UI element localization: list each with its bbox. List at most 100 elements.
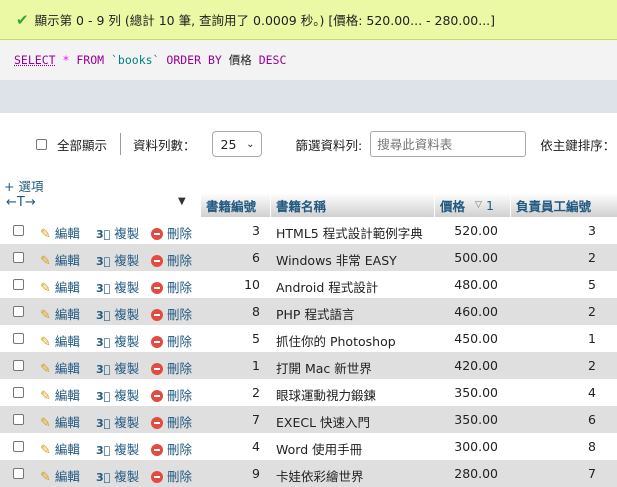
- show-all-checkbox[interactable]: [36, 138, 47, 150]
- edit-button[interactable]: ✎ 編輯: [40, 412, 80, 431]
- copy-button[interactable]: 3⃞ 複製: [96, 277, 139, 296]
- filter-rows-input[interactable]: [370, 131, 527, 157]
- delete-label: 刪除: [166, 280, 192, 295]
- edit-label: 編輯: [54, 415, 80, 430]
- copy-label: 複製: [114, 253, 140, 268]
- pencil-icon: ✎: [40, 227, 51, 242]
- delete-button[interactable]: 刪除: [151, 358, 192, 377]
- edit-button[interactable]: ✎ 編輯: [40, 466, 80, 485]
- table-row: ✎ 編輯 3⃞ 複製 刪除 2 眼球運動視力鍛鍊 350.00 4: [0, 379, 617, 406]
- cell-employee-id: 1: [588, 331, 596, 346]
- table-navigation-controls: 全部顯示 資料列數： 25 ⌄ 篩選資料列: 依主鍵排序：: [0, 126, 617, 162]
- delete-button[interactable]: 刪除: [151, 412, 192, 431]
- row-select-checkbox[interactable]: [13, 333, 24, 344]
- edit-button[interactable]: ✎ 編輯: [40, 277, 80, 296]
- controls-divider: [120, 133, 122, 155]
- rows-count-label: 資料列數：: [133, 137, 196, 153]
- cell-price: 300.00: [454, 439, 498, 454]
- dropdown-triangle-icon[interactable]: ▼: [178, 196, 186, 207]
- copy-button[interactable]: 3⃞ 複製: [96, 304, 139, 323]
- edit-button[interactable]: ✎ 編輯: [40, 439, 80, 458]
- row-select-checkbox[interactable]: [13, 441, 24, 452]
- edit-button[interactable]: ✎ 編輯: [40, 331, 80, 350]
- copy-button[interactable]: 3⃞ 複製: [96, 331, 139, 350]
- sort-desc-icon: ▽: [475, 200, 482, 210]
- cell-book-name: Windows 非常 EASY: [276, 253, 397, 268]
- copy-button[interactable]: 3⃞ 複製: [96, 223, 139, 242]
- delete-button[interactable]: 刪除: [151, 250, 192, 269]
- success-message-bar: ✔ 顯示第 0 - 9 列 (總計 10 筆, 查詢用了 0.0009 秒。) …: [0, 0, 617, 40]
- row-select-checkbox[interactable]: [13, 252, 24, 263]
- copy-button[interactable]: 3⃞ 複製: [96, 358, 139, 377]
- delete-button[interactable]: 刪除: [151, 304, 192, 323]
- table-row: ✎ 編輯 3⃞ 複製 刪除 4 Word 使用手冊 300.00 8: [0, 433, 617, 460]
- copy-button[interactable]: 3⃞ 複製: [96, 385, 139, 404]
- table-row: ✎ 編輯 3⃞ 複製 刪除 10 Android 程式設計 480.00 5: [0, 271, 617, 298]
- copy-button[interactable]: 3⃞ 複製: [96, 250, 139, 269]
- edit-label: 編輯: [54, 334, 80, 349]
- delete-label: 刪除: [166, 253, 192, 268]
- rows-count-value: 25: [220, 136, 237, 152]
- sql-desc-keyword: DESC: [258, 53, 287, 67]
- edit-button[interactable]: ✎ 編輯: [40, 304, 80, 323]
- delete-label: 刪除: [166, 442, 192, 457]
- edit-label: 編輯: [54, 307, 80, 322]
- edit-button[interactable]: ✎ 編輯: [40, 250, 80, 269]
- cell-employee-id: 6: [588, 412, 596, 427]
- delete-button[interactable]: 刪除: [151, 385, 192, 404]
- edit-button[interactable]: ✎ 編輯: [40, 385, 80, 404]
- copy-label: 複製: [114, 388, 140, 403]
- edit-label: 編輯: [54, 442, 80, 457]
- row-select-checkbox[interactable]: [13, 225, 24, 236]
- pencil-icon: ✎: [40, 362, 51, 377]
- column-header-id[interactable]: 書籍編號: [200, 193, 270, 217]
- edit-button[interactable]: ✎ 編輯: [40, 223, 80, 242]
- cell-book-name: PHP 程式語言: [276, 307, 355, 322]
- row-select-checkbox[interactable]: [13, 360, 24, 371]
- row-select-checkbox[interactable]: [13, 414, 24, 425]
- copy-icon: 3⃞: [96, 471, 111, 484]
- edit-label: 編輯: [54, 280, 80, 295]
- copy-icon: 3⃞: [96, 255, 111, 268]
- edit-button[interactable]: ✎ 編輯: [40, 358, 80, 377]
- cell-book-id: 3: [252, 223, 260, 238]
- row-select-checkbox[interactable]: [13, 306, 24, 317]
- cell-book-name: Word 使用手冊: [276, 442, 363, 457]
- column-header-employee[interactable]: 負責員工編號: [510, 193, 617, 217]
- column-arrows-icon[interactable]: ←T→: [6, 195, 36, 210]
- rows-count-select[interactable]: 25 ⌄: [211, 131, 262, 157]
- cell-price: 520.00: [454, 223, 498, 238]
- delete-button[interactable]: 刪除: [151, 466, 192, 485]
- delete-icon: [151, 336, 163, 348]
- copy-label: 複製: [114, 334, 140, 349]
- cell-book-name: EXECL 快速入門: [276, 415, 371, 430]
- delete-label: 刪除: [166, 307, 192, 322]
- row-select-checkbox[interactable]: [13, 468, 24, 479]
- column-header-price[interactable]: 價格 ▽ 1: [434, 193, 510, 217]
- success-message-text: 顯示第 0 - 9 列 (總計 10 筆, 查詢用了 0.0009 秒。) [價…: [34, 13, 496, 28]
- delete-icon: [151, 309, 163, 321]
- delete-button[interactable]: 刪除: [151, 331, 192, 350]
- copy-button[interactable]: 3⃞ 複製: [96, 466, 139, 485]
- copy-icon: 3⃞: [96, 444, 111, 457]
- copy-label: 複製: [114, 280, 140, 295]
- cell-price: 350.00: [454, 412, 498, 427]
- copy-button[interactable]: 3⃞ 複製: [96, 412, 139, 431]
- sql-select-keyword[interactable]: SELECT: [14, 53, 56, 67]
- copy-icon: 3⃞: [96, 363, 111, 376]
- column-header-name[interactable]: 書籍名稱: [270, 193, 434, 217]
- pencil-icon: ✎: [40, 335, 51, 350]
- cell-price: 500.00: [454, 250, 498, 265]
- cell-price: 450.00: [454, 331, 498, 346]
- cell-book-id: 2: [252, 385, 260, 400]
- pencil-icon: ✎: [40, 308, 51, 323]
- copy-button[interactable]: 3⃞ 複製: [96, 439, 139, 458]
- delete-button[interactable]: 刪除: [151, 439, 192, 458]
- delete-button[interactable]: 刪除: [151, 277, 192, 296]
- delete-button[interactable]: 刪除: [151, 223, 192, 242]
- edit-label: 編輯: [54, 469, 80, 484]
- cell-book-name: Android 程式設計: [276, 280, 379, 295]
- sql-by-keyword: BY: [207, 53, 222, 67]
- row-select-checkbox[interactable]: [13, 279, 24, 290]
- row-select-checkbox[interactable]: [13, 387, 24, 398]
